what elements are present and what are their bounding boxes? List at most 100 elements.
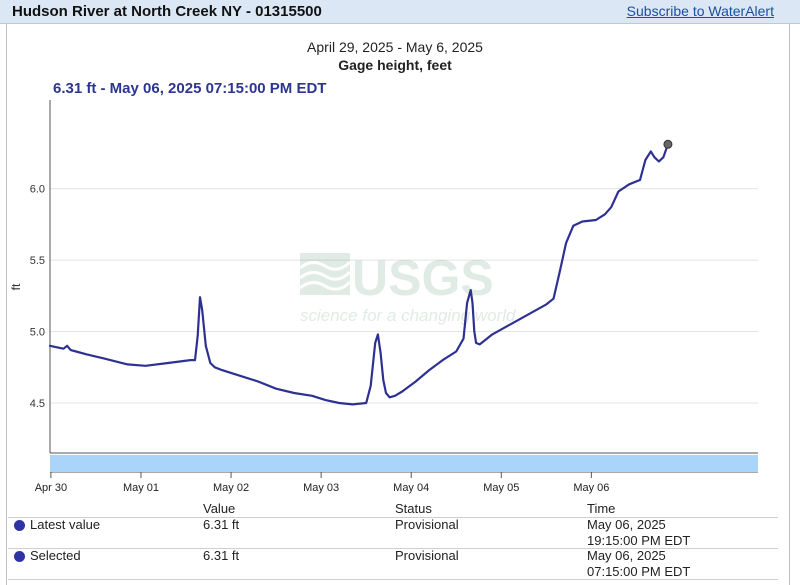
data-point bbox=[462, 338, 465, 340]
data-point bbox=[527, 313, 529, 315]
data-point bbox=[104, 358, 106, 360]
data-point bbox=[455, 350, 457, 353]
data-point bbox=[595, 219, 597, 221]
row-status: Provisional bbox=[395, 517, 459, 532]
y-tick-label: 5.5 bbox=[30, 255, 45, 267]
data-point bbox=[650, 150, 652, 152]
y-axis-label: ft bbox=[9, 283, 23, 290]
x-tick-label: Apr 30 bbox=[35, 482, 67, 494]
data-point bbox=[401, 390, 403, 393]
x-tick-label: May 01 bbox=[123, 482, 159, 494]
data-point bbox=[189, 359, 192, 361]
selected-point-marker bbox=[663, 139, 673, 149]
data-point bbox=[653, 156, 656, 158]
data-point bbox=[293, 392, 295, 394]
row-time-date: May 06, 2025 bbox=[587, 548, 666, 563]
row-label: Selected bbox=[30, 548, 81, 563]
data-point bbox=[471, 302, 474, 304]
header-time: Time bbox=[587, 501, 616, 516]
x-tick-label: May 05 bbox=[483, 482, 519, 494]
data-point bbox=[479, 343, 481, 345]
data-point bbox=[55, 346, 57, 348]
data-point bbox=[484, 339, 486, 341]
y-tick-label: 5.0 bbox=[30, 327, 45, 339]
header-value: Value bbox=[203, 501, 236, 516]
watermark-tagline: science for a changing world bbox=[300, 306, 516, 325]
data-point bbox=[275, 388, 277, 390]
series-dot-icon bbox=[14, 520, 25, 531]
data-point bbox=[144, 365, 147, 367]
y-tick-label: 4.5 bbox=[30, 398, 45, 410]
data-point bbox=[552, 298, 555, 300]
timeline-navigator-bar[interactable] bbox=[50, 455, 758, 472]
hydrograph-chart[interactable]: USGS science for a changing world 4.5 5.0… bbox=[0, 0, 790, 500]
series-dot-icon bbox=[14, 551, 25, 562]
row-value: 6.31 ft bbox=[203, 517, 240, 532]
data-point bbox=[325, 399, 327, 401]
row-time-date: May 06, 2025 bbox=[587, 517, 666, 532]
x-tick-label: May 04 bbox=[393, 482, 429, 494]
data-point bbox=[428, 369, 430, 371]
data-point bbox=[194, 359, 196, 361]
data-point bbox=[545, 303, 547, 305]
data-point bbox=[382, 379, 384, 381]
data-point bbox=[442, 359, 444, 361]
data-point bbox=[214, 366, 216, 368]
data-point bbox=[209, 362, 211, 364]
data-point bbox=[199, 296, 201, 298]
data-point bbox=[352, 403, 354, 405]
data-point bbox=[475, 342, 477, 344]
header-status: Status bbox=[395, 501, 432, 516]
data-point bbox=[565, 242, 567, 244]
data-point bbox=[491, 333, 493, 335]
data-point bbox=[126, 363, 129, 365]
row-label: Latest value bbox=[30, 517, 101, 532]
data-point bbox=[617, 190, 620, 193]
data-point bbox=[581, 220, 584, 223]
data-point bbox=[610, 206, 612, 208]
data-point bbox=[49, 345, 51, 347]
data-point bbox=[374, 342, 376, 344]
data-point bbox=[628, 183, 630, 185]
data-point bbox=[415, 380, 417, 383]
data-point bbox=[466, 302, 468, 304]
data-point bbox=[197, 335, 199, 337]
data-point bbox=[377, 333, 379, 335]
data-point bbox=[239, 375, 241, 377]
table-divider bbox=[8, 579, 778, 580]
row-time-clock: 07:15:00 PM EDT bbox=[587, 564, 691, 579]
data-point bbox=[311, 395, 313, 397]
row-status: Provisional bbox=[395, 548, 459, 563]
data-point bbox=[62, 348, 65, 350]
data-point bbox=[365, 402, 367, 404]
data-point bbox=[66, 345, 68, 347]
data-point bbox=[380, 352, 382, 354]
data-point bbox=[257, 380, 259, 383]
data-point bbox=[644, 159, 647, 161]
data-point bbox=[639, 179, 641, 181]
data-point bbox=[385, 392, 387, 394]
data-point bbox=[75, 350, 77, 353]
data-point bbox=[167, 362, 169, 364]
data-point bbox=[572, 225, 574, 227]
data-point bbox=[338, 402, 340, 404]
data-point bbox=[473, 330, 475, 333]
data-point bbox=[509, 323, 511, 325]
data-point bbox=[221, 369, 223, 371]
data-point bbox=[205, 345, 207, 347]
data-point bbox=[389, 396, 391, 398]
data-point bbox=[604, 213, 606, 215]
data-point bbox=[662, 156, 665, 158]
usgs-wave-logo-icon bbox=[299, 253, 352, 295]
data-point bbox=[470, 289, 472, 291]
x-tick-label: May 06 bbox=[573, 482, 609, 494]
y-tick-label: 6.0 bbox=[30, 184, 45, 196]
data-point bbox=[394, 395, 396, 397]
data-point bbox=[658, 160, 660, 163]
usgs-watermark: USGS science for a changing world bbox=[299, 250, 516, 325]
data-point bbox=[201, 309, 203, 311]
data-point bbox=[70, 349, 72, 351]
row-time-clock: 19:15:00 PM EDT bbox=[587, 533, 691, 548]
data-point bbox=[86, 353, 88, 355]
data-point bbox=[559, 270, 561, 273]
